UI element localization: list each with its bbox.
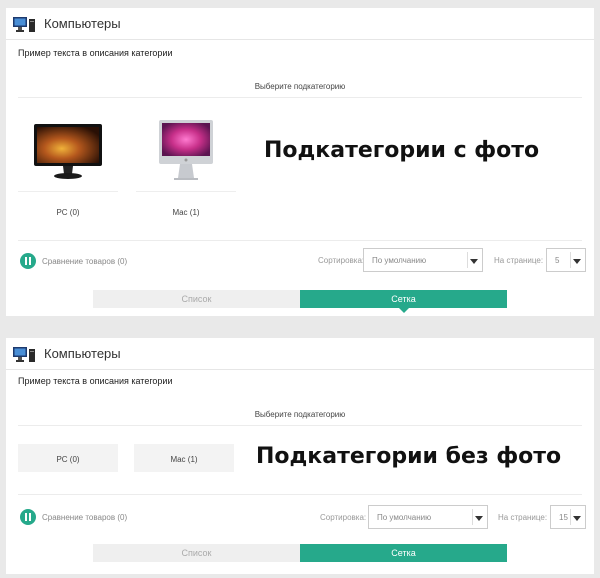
subcategory-label: PC (0) <box>56 208 80 217</box>
list-view-button[interactable]: Список <box>93 544 300 562</box>
compare-label: Сравнение товаров (0) <box>42 512 128 522</box>
sort-label: Сортировка: <box>320 513 367 522</box>
imac-icon <box>159 120 213 180</box>
grid-view-button[interactable]: Сетка <box>300 290 507 313</box>
category-title: Компьютеры <box>44 16 121 31</box>
compare-link[interactable]: Сравнение товаров (0) <box>20 253 127 269</box>
category-header: Компьютеры <box>6 8 594 40</box>
grid-view-label: Сетка <box>391 294 416 304</box>
overlay-caption: Подкатегории без фото <box>256 444 562 469</box>
sort-value: По умолчанию <box>372 256 427 265</box>
category-title: Компьютеры <box>44 346 121 361</box>
compare-label: Сравнение товаров (0) <box>42 256 128 266</box>
choose-subcategory-label: Выберите подкатегорию <box>18 410 582 426</box>
category-description: Пример текста в описания категории <box>18 48 173 58</box>
compare-icon <box>20 509 36 525</box>
category-description: Пример текста в описания категории <box>18 376 173 386</box>
subcategory-mac[interactable]: Mac (1) <box>136 112 236 217</box>
grid-view-label: Сетка <box>391 548 416 558</box>
sort-label: Сортировка: <box>318 256 365 265</box>
subcategory-pc[interactable]: PC (0) <box>18 112 118 217</box>
per-page-label: На странице: <box>498 513 548 522</box>
category-header: Компьютеры <box>6 338 594 370</box>
sort-value: По умолчанию <box>377 513 432 522</box>
overlay-caption: Подкатегории с фото <box>264 138 540 163</box>
view-switcher: Список Сетка <box>93 544 507 562</box>
grid-view-button[interactable]: Сетка <box>300 544 507 562</box>
choose-subcategory-label: Выберите подкатегорию <box>18 82 582 98</box>
product-toolbar: Сравнение товаров (0) Сортировка: По умо… <box>18 494 586 534</box>
sort-select[interactable]: По умолчанию <box>368 505 488 529</box>
sort-select[interactable]: По умолчанию <box>363 248 483 272</box>
compare-link[interactable]: Сравнение товаров (0) <box>20 509 127 525</box>
compare-icon <box>20 253 36 269</box>
chevron-down-icon <box>470 259 478 264</box>
monitor-pc-icon <box>34 124 102 179</box>
list-view-button[interactable]: Список <box>93 290 300 308</box>
chevron-down-icon <box>573 516 581 521</box>
subcategory-label: Mac (1) <box>170 455 198 464</box>
chevron-down-icon <box>475 516 483 521</box>
subcategory-mac[interactable]: Mac (1) <box>134 444 234 472</box>
category-panel-without-photos: Компьютеры Пример текста в описания кате… <box>6 338 594 574</box>
per-page-select[interactable]: 15 <box>550 505 586 529</box>
subcategory-label: PC (0) <box>56 455 80 464</box>
subcategory-pc[interactable]: PC (0) <box>18 444 118 472</box>
chevron-down-icon <box>573 259 581 264</box>
per-page-value: 5 <box>555 256 560 265</box>
per-page-label: На странице: <box>494 256 544 265</box>
per-page-value: 15 <box>559 513 568 522</box>
active-indicator-icon <box>399 308 409 313</box>
computer-icon <box>13 17 35 32</box>
view-switcher: Список Сетка <box>93 290 507 313</box>
category-panel-with-photos: Компьютеры Пример текста в описания кате… <box>6 8 594 316</box>
computer-icon <box>13 347 35 362</box>
per-page-select[interactable]: 5 <box>546 248 586 272</box>
product-toolbar: Сравнение товаров (0) Сортировка: По умо… <box>18 240 586 280</box>
subcategory-label: Mac (1) <box>172 208 200 217</box>
